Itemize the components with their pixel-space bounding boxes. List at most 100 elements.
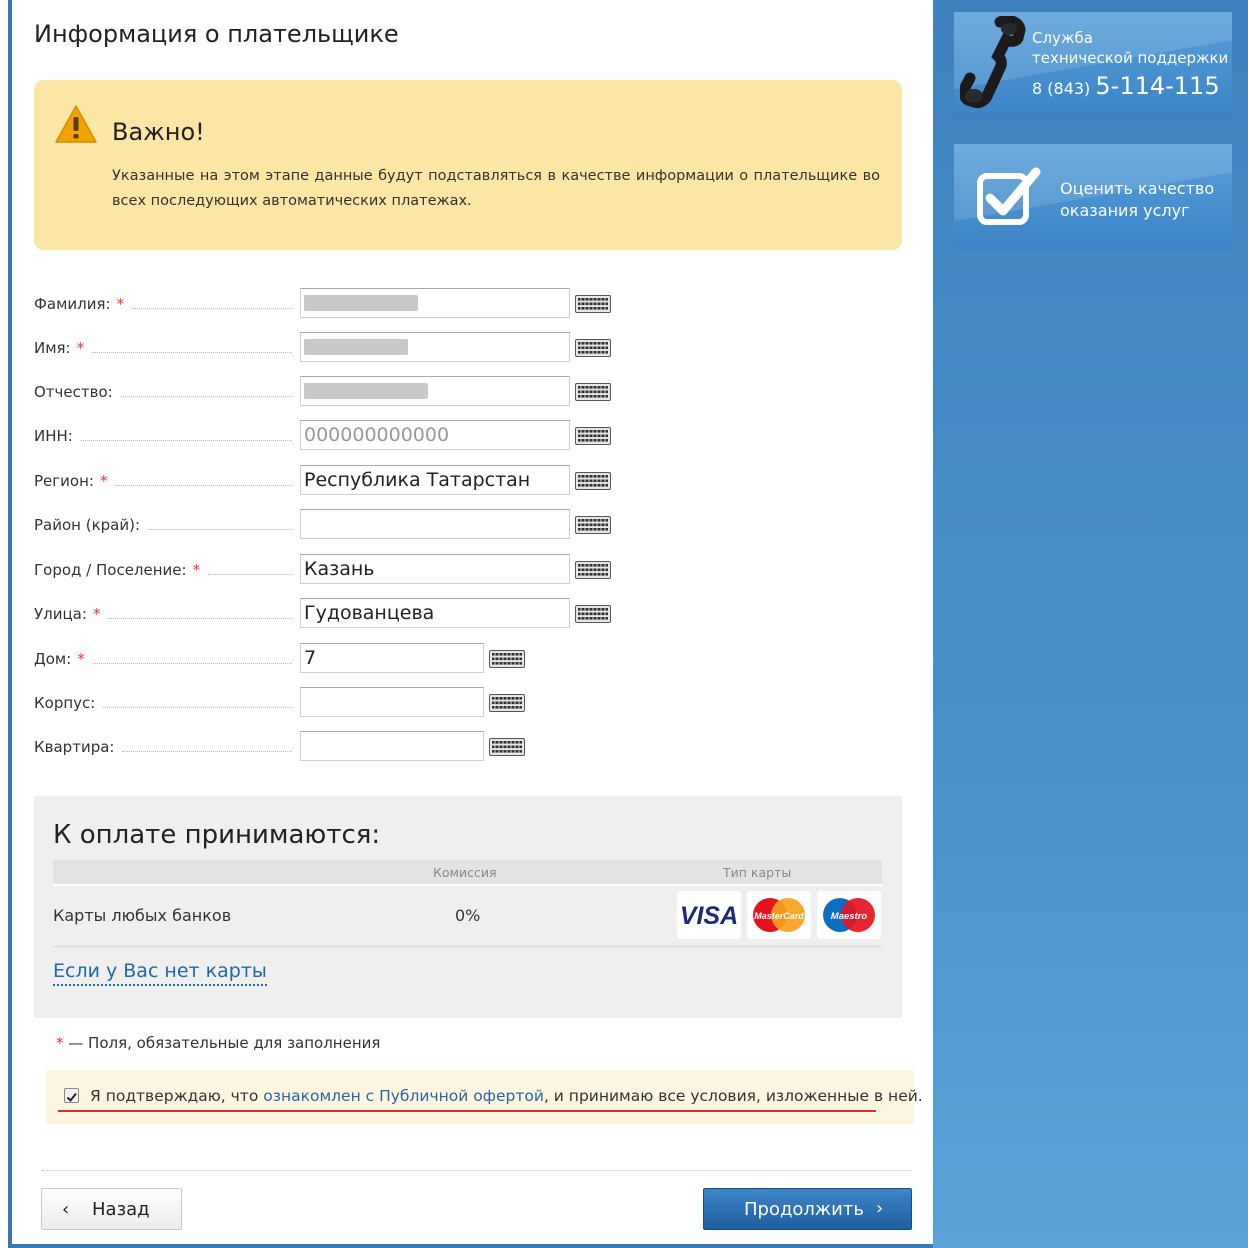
field-label: Улица: [34,605,87,623]
virtual-keyboard-icon[interactable] [575,561,611,579]
payment-method-name: Карты любых банков [53,906,232,925]
name-field[interactable] [300,332,570,362]
agreement-text: Я подтверждаю, что ознакомлен с Публично… [90,1087,923,1105]
virtual-keyboard-icon[interactable] [575,605,611,623]
street-field[interactable]: Гудованцева [300,598,570,628]
agreement-checkbox[interactable] [64,1088,79,1103]
warning-text: Указанные на этом этапе данные будут под… [112,168,880,209]
field-label: Регион: [34,472,94,490]
required-marker: * [76,339,85,357]
no-card-link[interactable]: Если у Вас нет карты [53,960,267,986]
required-marker: * [192,561,201,579]
redacted-value [304,339,408,355]
rate-service-text: Оценить качество оказания услуг [1060,179,1215,220]
form-row-street: Улица: * Гудованцева [34,598,634,630]
agreement-panel: Я подтверждаю, что ознакомлен с Публично… [46,1070,923,1124]
page-title: Информация о плательщике [34,20,399,48]
visa-logo-icon: VISA [677,891,741,939]
form-row-building: Корпус: [34,687,634,719]
house-field[interactable]: 7 [300,643,484,673]
required-marker: * [92,605,101,623]
patronymic-field[interactable] [300,376,570,406]
warning-icon [55,105,97,143]
agreement-text-before: Я подтверждаю, что [90,1087,264,1105]
mastercard-logo-icon: MasterCard [747,891,811,939]
chevron-right-icon: › [876,1198,884,1219]
field-label: Отчество: [34,383,113,401]
required-fields-note: * — Поля, обязательные для заполнения [56,1034,380,1052]
support-title: Служба технической поддержки [1032,29,1229,67]
dotted-leader [148,528,292,530]
phone-handset-icon [960,16,1026,108]
checkmark-icon [66,1092,77,1103]
surname-field[interactable] [300,288,570,318]
commission-value: 0% [455,906,481,925]
warning-box: Важно! Указанные на этом этапе данные бу… [34,80,902,250]
redacted-value [304,295,418,311]
virtual-keyboard-icon[interactable] [575,383,611,401]
support-banner[interactable]: Служба технической поддержки 8 (843) 5-1… [954,12,1232,116]
virtual-keyboard-icon[interactable] [489,694,525,712]
support-phone: 8 (843) 5-114-115 [1032,72,1220,100]
dotted-leader [208,573,292,575]
dotted-leader [92,351,292,353]
maestro-logo-icon: Maestro [817,891,881,939]
payment-methods-panel: К оплате принимаются: Комиссия Тип карты… [34,796,902,1018]
svg-text:Maestro: Maestro [831,911,868,922]
dotted-leader [92,662,292,664]
inn-field[interactable]: 000000000000 [300,420,570,450]
field-label: ИНН: [34,427,73,445]
dotted-leader [80,439,292,441]
dotted-leader [115,484,292,486]
continue-button[interactable]: Продолжить › [703,1188,912,1230]
rate-service-banner[interactable]: Оценить качество оказания услуг [954,144,1232,250]
region-field[interactable]: Республика Татарстан [300,465,570,495]
table-row: Карты любых банков 0% VISA MasterCard Ma… [53,888,882,947]
svg-text:VISA: VISA [680,902,738,930]
dotted-leader [132,307,292,309]
dotted-leader [122,750,292,752]
divider [42,1170,912,1171]
virtual-keyboard-icon[interactable] [489,738,525,756]
dotted-leader [103,706,292,708]
bottom-border [12,1244,933,1248]
form-row-name: Имя: * [34,332,634,364]
dotted-leader [120,395,292,397]
field-label: Фамилия: [34,295,111,313]
field-label: Имя: [34,339,71,357]
required-marker: * [99,472,108,490]
building-field[interactable] [300,687,484,717]
field-label: Район (край): [34,516,141,534]
field-label: Город / Поселение: [34,561,187,579]
field-label: Квартира: [34,738,115,756]
field-label: Дом: [34,650,72,668]
virtual-keyboard-icon[interactable] [575,427,611,445]
redacted-value [304,383,428,399]
card-type-column-header: Тип карты [723,865,792,880]
dotted-leader [108,617,292,619]
public-offer-link[interactable]: ознакомлен с Публичной офертой [263,1087,544,1105]
virtual-keyboard-icon[interactable] [575,472,611,490]
form-row-region: Регион: * Республика Татарстан [34,465,634,497]
required-note-text: — Поля, обязательные для заполнения [68,1034,381,1052]
district-field[interactable] [300,509,570,539]
back-button[interactable]: ‹ Назад [41,1188,182,1230]
required-marker: * [116,295,125,313]
virtual-keyboard-icon[interactable] [489,650,525,668]
red-underline-annotation [58,1110,876,1112]
form-row-inn: ИНН: 000000000000 [34,420,634,452]
virtual-keyboard-icon[interactable] [575,295,611,313]
virtual-keyboard-icon[interactable] [575,516,611,534]
virtual-keyboard-icon[interactable] [575,339,611,357]
form-row-patronymic: Отчество: [34,376,634,408]
commission-column-header: Комиссия [433,865,497,880]
city-field[interactable]: Казань [300,554,570,584]
form-row-surname: Фамилия: * [34,288,634,320]
continue-button-label: Продолжить [744,1199,864,1220]
agreement-text-after: , и принимаю все условия, изложенные в н… [543,1087,923,1105]
payment-title: К оплате принимаются: [53,820,381,850]
required-marker: * [56,1034,64,1052]
form-row-city: Город / Поселение: * Казань [34,554,634,586]
form-row-house: Дом: * 7 [34,643,634,675]
apartment-field[interactable] [300,731,484,761]
